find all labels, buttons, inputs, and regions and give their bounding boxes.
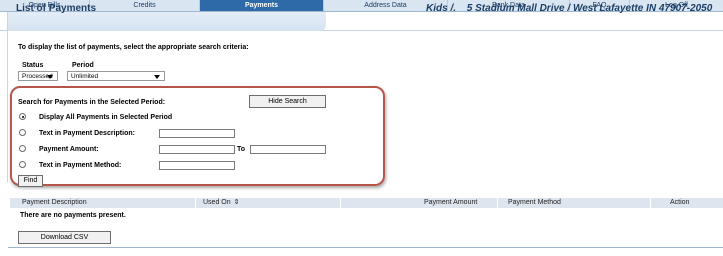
chevron-down-icon <box>154 75 160 79</box>
table-header: Payment Description Used On ⇕ Payment Amo… <box>10 198 723 208</box>
account-name: Kids /. <box>426 3 457 14</box>
column-used-on-label: Used On <box>203 199 231 206</box>
amount-to-input[interactable] <box>250 145 326 154</box>
find-button[interactable]: Find <box>18 175 43 187</box>
column-payment-method[interactable]: Payment Method <box>508 198 561 208</box>
option-text-description-label: Text in Payment Description: <box>39 130 135 137</box>
radio-display-all[interactable] <box>19 113 26 120</box>
download-csv-button[interactable]: Download CSV <box>18 231 111 244</box>
status-select[interactable]: Processed <box>18 71 58 81</box>
instructions-text: To display the list of payments, select … <box>18 44 249 51</box>
column-payment-amount[interactable]: Payment Amount <box>424 198 477 208</box>
radio-text-description[interactable] <box>19 129 26 136</box>
column-divider <box>340 198 341 208</box>
tab-credits[interactable]: Credits <box>90 0 200 11</box>
page-title: List of Payments <box>16 3 97 14</box>
to-label: To <box>237 146 246 153</box>
sort-arrows-icon[interactable]: ⇕ <box>234 199 240 206</box>
option-display-all-label: Display All Payments in Selected Period <box>39 114 173 121</box>
tab-payments[interactable]: Payments <box>200 0 324 11</box>
search-heading: Search for Payments in the Selected Peri… <box>18 99 166 106</box>
frame-border <box>7 12 8 182</box>
account-address: 5 Stadium Mall Drive / West Lafayette IN… <box>466 3 713 14</box>
column-payment-description[interactable]: Payment Description <box>22 198 87 208</box>
column-used-on[interactable]: Used On ⇕ <box>203 198 240 208</box>
hide-search-button[interactable]: Hide Search <box>249 95 326 108</box>
chevron-down-icon <box>47 75 53 79</box>
column-action: Action <box>670 199 690 206</box>
title-bar <box>0 12 723 31</box>
option-payment-method-label: Text in Payment Method: <box>39 162 122 169</box>
empty-table-message: There are no payments present. <box>20 212 126 219</box>
column-divider <box>195 198 196 208</box>
separator <box>460 3 463 14</box>
column-divider <box>650 198 651 208</box>
payment-method-input[interactable] <box>159 161 235 170</box>
bottom-divider <box>8 247 723 248</box>
title-bar-panel <box>8 12 326 31</box>
column-divider <box>497 198 498 208</box>
account-info: Kids /. 5 Stadium Mall Drive / West Lafa… <box>426 3 712 14</box>
payment-description-input[interactable] <box>159 129 235 138</box>
radio-payment-amount[interactable] <box>19 145 26 152</box>
status-label: Status <box>22 62 44 69</box>
period-select[interactable]: Unlimited <box>67 71 165 81</box>
option-payment-amount-label: Payment Amount: <box>39 146 99 153</box>
radio-payment-method[interactable] <box>19 161 26 168</box>
period-label: Period <box>72 62 94 69</box>
amount-from-input[interactable] <box>159 145 235 154</box>
period-select-value: Unlimited <box>71 73 99 80</box>
